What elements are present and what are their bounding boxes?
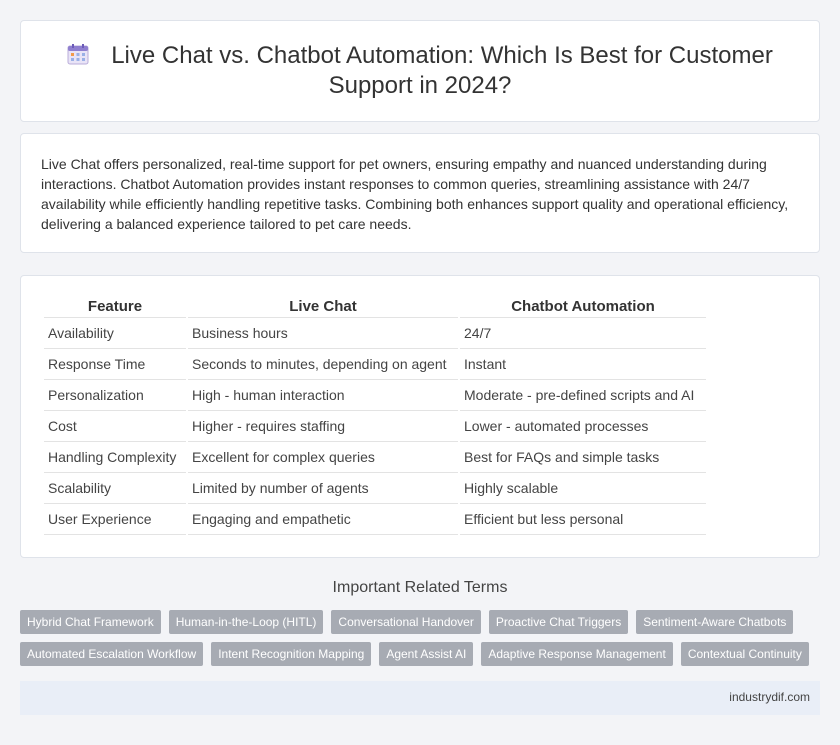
column-header-feature: Feature — [44, 296, 186, 318]
table-cell-chatbot: Highly scalable — [460, 473, 706, 504]
table-cell-live-chat: Engaging and empathetic — [188, 504, 458, 535]
intro-paragraph: Live Chat offers personalized, real-time… — [41, 156, 789, 232]
table-cell-chatbot: Lower - automated processes — [460, 411, 706, 442]
table-cell-feature: Personalization — [44, 380, 186, 411]
related-terms-list: Hybrid Chat Framework Human-in-the-Loop … — [20, 610, 830, 674]
table-cell-feature: Scalability — [44, 473, 186, 504]
table-cell-chatbot: Instant — [460, 349, 706, 380]
related-term-tag[interactable]: Automated Escalation Workflow — [20, 642, 204, 666]
table-header-row: Feature Live Chat Chatbot Automation — [44, 296, 706, 318]
table-cell-live-chat: Limited by number of agents — [188, 473, 458, 504]
related-terms-row: Hybrid Chat Framework Human-in-the-Loop … — [20, 610, 830, 634]
comparison-table: Feature Live Chat Chatbot Automation Ava… — [42, 296, 708, 535]
table-cell-live-chat: Seconds to minutes, depending on agent — [188, 349, 458, 380]
table-cell-chatbot: Best for FAQs and simple tasks — [460, 442, 706, 473]
related-term-tag[interactable]: Adaptive Response Management — [481, 642, 673, 666]
table-cell-feature: User Experience — [44, 504, 186, 535]
footer-bar: industrydif.com — [20, 681, 820, 715]
table-cell-feature: Response Time — [44, 349, 186, 380]
table-row: Personalization High - human interaction… — [44, 380, 706, 411]
table-cell-feature: Cost — [44, 411, 186, 442]
page-title-text: Live Chat vs. Chatbot Automation: Which … — [111, 42, 773, 99]
table-row: Scalability Limited by number of agents … — [44, 473, 706, 504]
table-cell-live-chat: High - human interaction — [188, 380, 458, 411]
related-terms-heading: Important Related Terms — [332, 579, 508, 596]
column-header-chatbot-automation: Chatbot Automation — [460, 296, 706, 318]
comparison-card: Feature Live Chat Chatbot Automation Ava… — [20, 275, 820, 558]
table-cell-live-chat: Business hours — [188, 318, 458, 349]
table-row: Response Time Seconds to minutes, depend… — [44, 349, 706, 380]
table-cell-chatbot: Efficient but less personal — [460, 504, 706, 535]
footer-site-link[interactable]: industrydif.com — [729, 690, 810, 704]
related-term-tag[interactable]: Intent Recognition Mapping — [211, 642, 372, 666]
table-cell-feature: Handling Complexity — [44, 442, 186, 473]
table-row: Handling Complexity Excellent for comple… — [44, 442, 706, 473]
table-cell-feature: Availability — [44, 318, 186, 349]
related-term-tag[interactable]: Agent Assist AI — [379, 642, 474, 666]
related-terms-row: Automated Escalation Workflow Intent Rec… — [20, 642, 830, 666]
table-cell-chatbot: 24/7 — [460, 318, 706, 349]
calendar-icon — [67, 44, 89, 65]
column-header-live-chat: Live Chat — [188, 296, 458, 318]
intro-card: Live Chat offers personalized, real-time… — [20, 133, 820, 253]
table-row: Cost Higher - requires staffing Lower - … — [44, 411, 706, 442]
table-row: User Experience Engaging and empathetic … — [44, 504, 706, 535]
related-term-tag[interactable]: Conversational Handover — [331, 610, 481, 634]
related-term-tag[interactable]: Sentiment-Aware Chatbots — [636, 610, 794, 634]
related-term-tag[interactable]: Hybrid Chat Framework — [20, 610, 161, 634]
table-row: Availability Business hours 24/7 — [44, 318, 706, 349]
related-term-tag[interactable]: Contextual Continuity — [680, 642, 809, 666]
related-term-tag[interactable]: Human-in-the-Loop (HITL) — [168, 610, 324, 634]
table-cell-chatbot: Moderate - pre-defined scripts and AI — [460, 380, 706, 411]
title-card: Live Chat vs. Chatbot Automation: Which … — [20, 20, 820, 122]
page-title: Live Chat vs. Chatbot Automation: Which … — [21, 41, 819, 101]
table-cell-live-chat: Higher - requires staffing — [188, 411, 458, 442]
table-cell-live-chat: Excellent for complex queries — [188, 442, 458, 473]
related-term-tag[interactable]: Proactive Chat Triggers — [488, 610, 629, 634]
